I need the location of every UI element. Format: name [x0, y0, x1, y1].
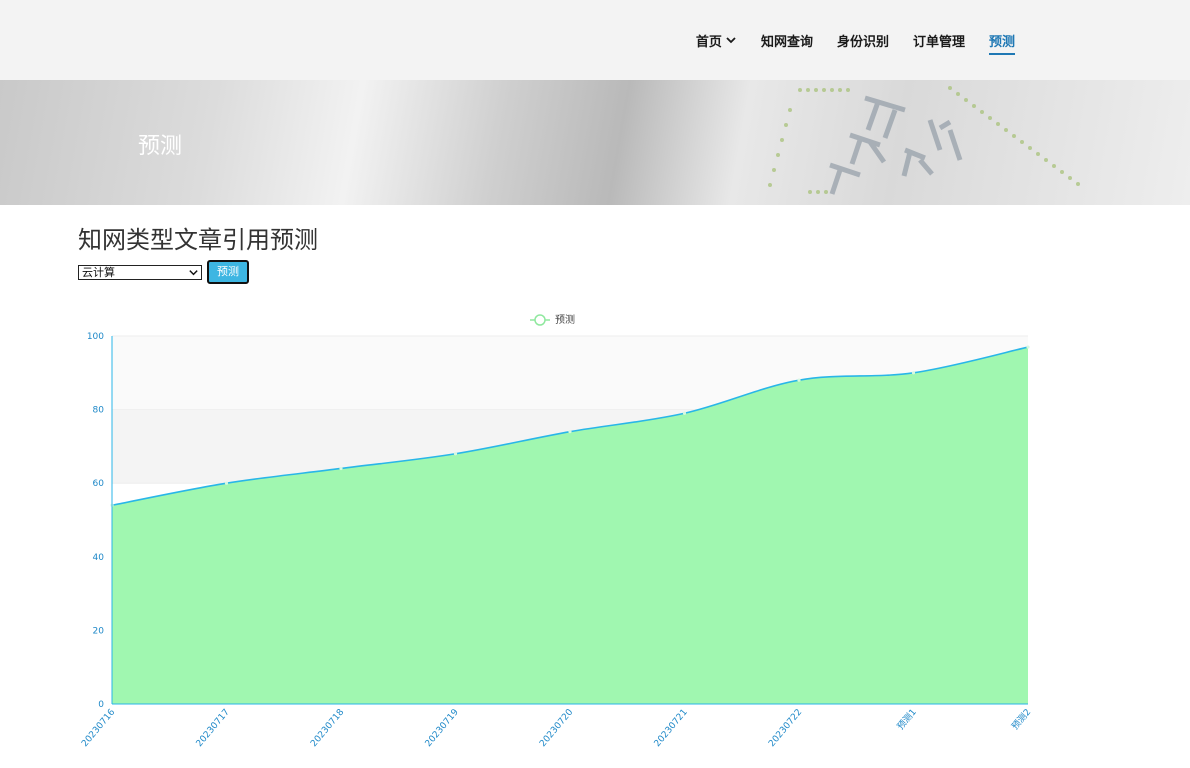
category-select[interactable]: 云计算 [78, 264, 202, 280]
nav-identity-label: 身份识别 [836, 34, 889, 50]
nav-orders[interactable]: 订单管理 [913, 0, 965, 80]
data-point [682, 411, 687, 415]
page-banner: 预测 [0, 80, 1190, 205]
data-point [911, 371, 916, 375]
data-point [224, 481, 229, 485]
nav-predict[interactable]: 预测 [988, 0, 1016, 80]
x-tick-label: 20230717 [195, 708, 232, 750]
nav-predict-label: 预测 [988, 34, 1015, 50]
chart-legend: 预测 [530, 313, 575, 326]
y-tick-label: 60 [93, 479, 105, 489]
category-select-value: 云计算 [82, 265, 115, 279]
nav-identity[interactable]: 身份识别 [837, 0, 889, 80]
data-point [453, 452, 458, 456]
x-tick-label: 20230716 [80, 707, 117, 749]
x-tick-label: 20230719 [424, 707, 461, 749]
x-tick-label: 20230722 [767, 708, 804, 750]
y-tick-label: 20 [93, 626, 105, 636]
legend-circle-symbol [534, 314, 546, 326]
y-tick-label: 0 [98, 700, 104, 710]
legend-label: 预测 [555, 313, 575, 326]
data-point [1026, 345, 1030, 349]
x-tick-label: 20230720 [538, 707, 575, 749]
predict-button[interactable]: 预测 [207, 260, 249, 284]
chevron-down-icon [189, 269, 198, 275]
main-nav: 首页 知网查询 身份识别 订单管理 预测 [672, 0, 1016, 80]
x-tick-label: 20230718 [309, 707, 346, 749]
nav-cnki-query-label: 知网查询 [760, 34, 813, 50]
nav-orders-label: 订单管理 [912, 34, 965, 50]
chevron-down-icon [726, 37, 736, 44]
nav-cnki-query[interactable]: 知网查询 [761, 0, 813, 80]
data-point [568, 430, 572, 434]
predict-controls: 云计算 预测 [78, 260, 249, 284]
data-point [797, 378, 801, 382]
top-navbar: 首页 知网查询 身份识别 订单管理 预测 [0, 0, 1190, 80]
banner-background-art [768, 86, 1080, 195]
nav-home-label: 首页 [695, 34, 722, 50]
y-tick-label: 80 [93, 406, 105, 416]
banner-title: 预测 [138, 134, 183, 159]
y-tick-label: 40 [93, 553, 105, 563]
page-title: 知网类型文章引用预测 [78, 226, 318, 254]
prediction-chart: 0 20 40 60 80 100 20230716 20230717 20230718 202… [80, 313, 1034, 750]
x-tick-label: 预测2 [1010, 707, 1034, 732]
data-point [339, 466, 343, 471]
nav-home[interactable]: 首页 [696, 0, 737, 80]
y-tick-label: 100 [87, 332, 104, 342]
x-tick-label: 20230721 [653, 708, 690, 750]
x-tick-label: 预测1 [895, 707, 919, 732]
